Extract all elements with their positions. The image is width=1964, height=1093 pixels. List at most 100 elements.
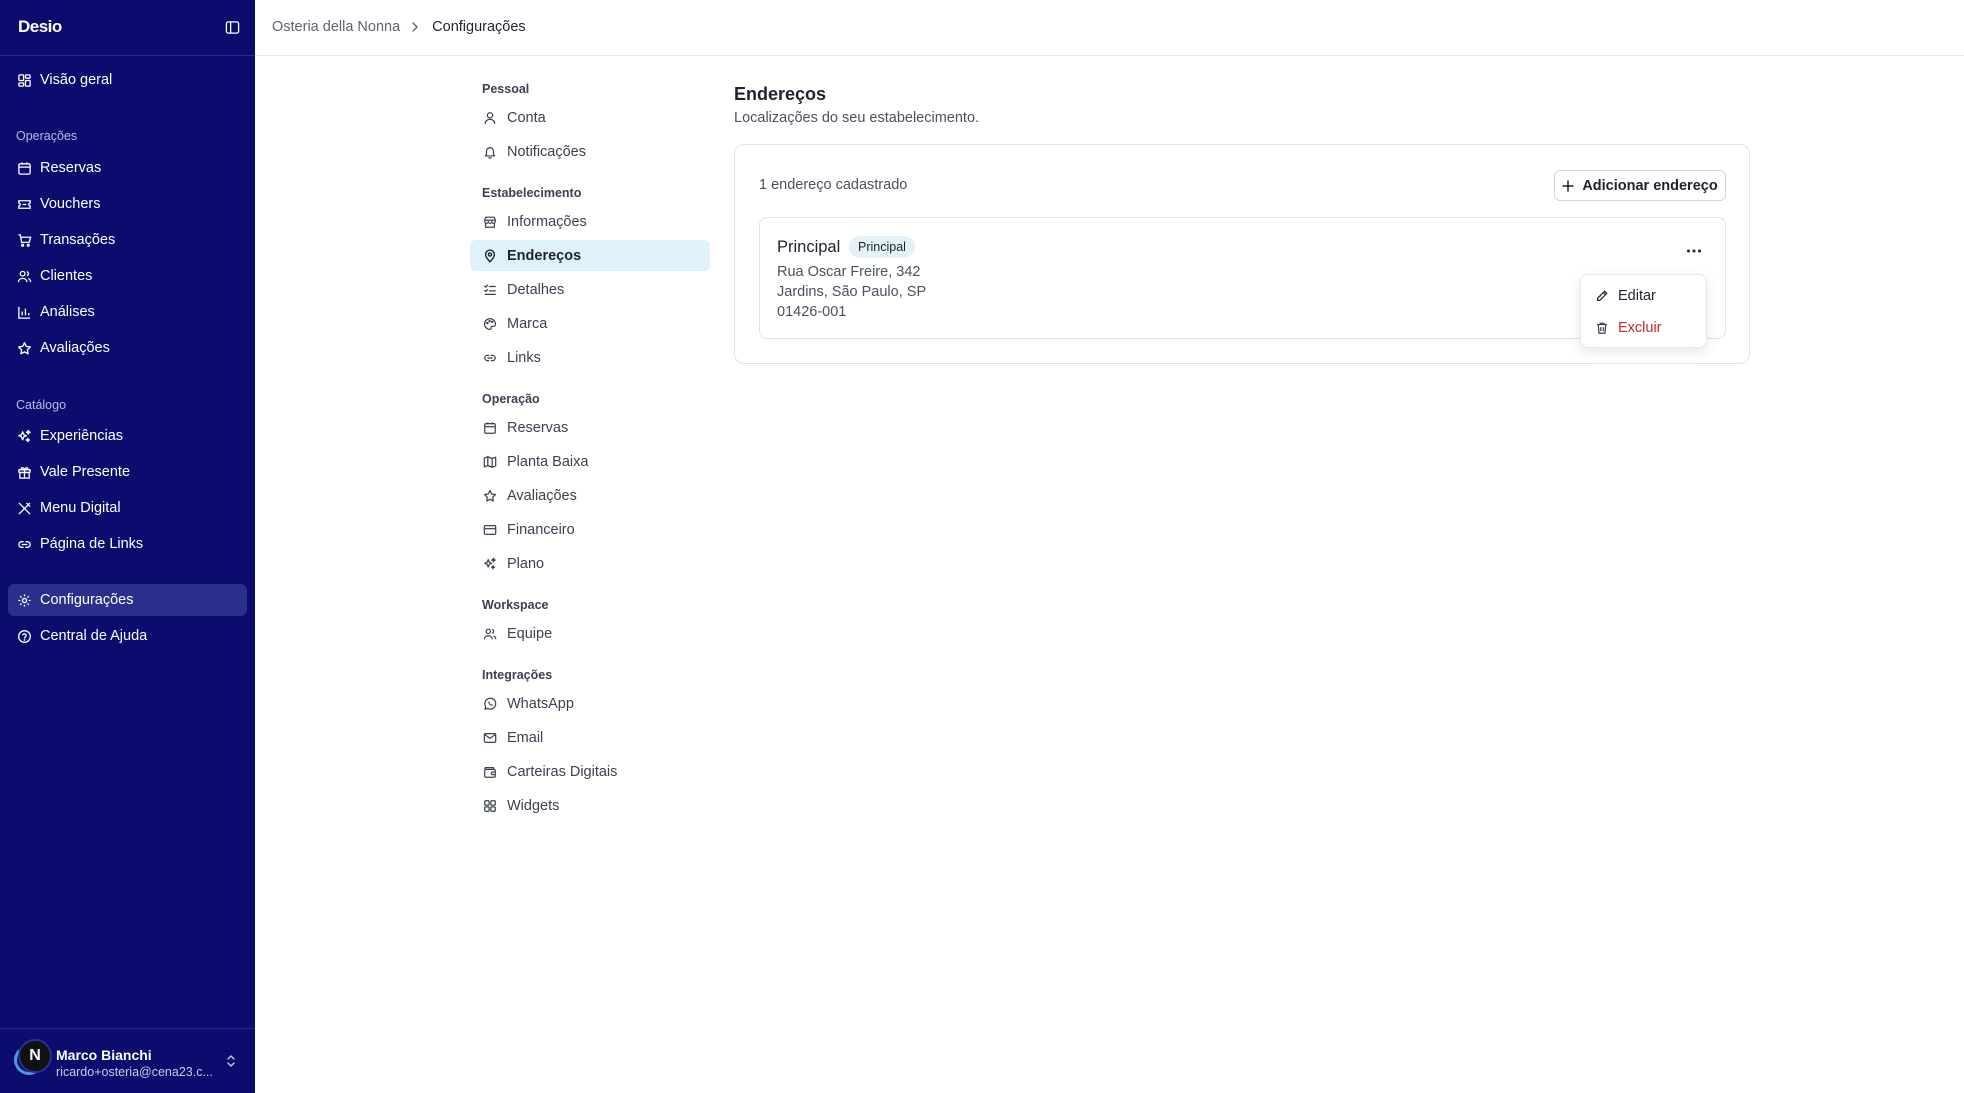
list-checks-icon [482,282,497,297]
cart-icon [16,232,32,248]
sidebar-item-transacoes[interactable]: Transações [8,224,247,256]
settings-item-label: Equipe [507,625,553,642]
edit-label: Editar [1618,288,1656,304]
settings-item-label: Financeiro [507,521,575,538]
sidebar-item-label: Transações [40,232,116,248]
whatsapp-icon [482,696,497,711]
user-menu[interactable]: N Marco Bianchi ricardo+osteria@cena23.c… [0,1028,255,1093]
settings-item-notificacoes[interactable]: Notificações [470,136,710,167]
user-icon [482,110,497,125]
settings-item-email[interactable]: Email [470,722,710,753]
plus-icon [1562,179,1575,192]
brand-row: Desio [0,0,255,56]
sidebar-item-vale-presente[interactable]: Vale Presente [8,456,247,488]
sidebar-item-experiencias[interactable]: Experiências [8,420,247,452]
store-icon [482,214,497,229]
sidebar-item-label: Central de Ajuda [40,628,148,644]
sidebar-item-label: Clientes [40,268,93,284]
settings-item-widgets[interactable]: Widgets [470,790,710,821]
sidebar-item-clientes[interactable]: Clientes [8,260,247,292]
sidebar-item-label: Análises [40,304,95,320]
utensils-icon [16,500,32,516]
users-icon [16,268,32,284]
settings-item-avaliacoes[interactable]: Avaliações [470,480,710,511]
link-icon [482,350,497,365]
settings-item-planta-baixa[interactable]: Planta Baixa [470,446,710,477]
sidebar-section-operations: Operações [16,129,78,143]
settings-item-equipe[interactable]: Equipe [470,618,710,649]
address-name: Principal [777,238,841,256]
settings-item-label: Conta [507,109,546,126]
more-horizontal-icon [1686,249,1702,253]
sidebar-item-label: Avaliações [40,340,110,356]
settings-item-links[interactable]: Links [470,342,710,373]
link-icon [16,536,32,552]
sidebar-item-configuracoes[interactable]: Configurações [8,584,247,616]
pencil-icon [1594,289,1609,304]
delete-menu-item[interactable]: Excluir [1586,313,1703,343]
sidebar-item-menu-digital[interactable]: Menu Digital [8,492,247,524]
address-city: Jardins, São Paulo, SP [777,284,927,300]
settings-item-label: Reservas [507,419,569,436]
sidebar-item-overview[interactable]: Visão geral [8,64,247,96]
settings-item-label: Detalhes [507,281,565,298]
primary-badge: Principal [849,236,915,258]
settings-item-label: Avaliações [507,487,577,504]
settings-item-reservas[interactable]: Reservas [470,412,710,443]
sidebar-item-label: Menu Digital [40,500,121,516]
sidebar-item-vouchers[interactable]: Vouchers [8,188,247,220]
more-options-button[interactable] [1681,240,1707,262]
chevrons-up-down-icon [224,1053,238,1069]
star-icon [16,340,32,356]
settings-section-operacao: Operação [482,392,540,406]
gear-icon [16,592,32,608]
user-name: Marco Bianchi [56,1047,152,1063]
settings-item-label: WhatsApp [507,695,574,712]
map-pin-icon [482,248,497,263]
settings-item-whatsapp[interactable]: WhatsApp [470,688,710,719]
trash-icon [1594,321,1609,336]
settings-item-enderecos[interactable]: Endereços [470,240,710,271]
settings-item-conta[interactable]: Conta [470,102,710,133]
sidebar-item-label: Visão geral [40,72,113,88]
sidebar-item-pagina-de-links[interactable]: Página de Links [8,528,247,560]
sidebar-item-reservas[interactable]: Reservas [8,152,247,184]
settings-section-workspace: Workspace [482,598,549,612]
settings-item-informacoes[interactable]: Informações [470,206,710,237]
breadcrumb-parent[interactable]: Osteria della Nonna [272,19,400,35]
settings-item-label: Links [507,349,541,366]
settings-item-label: Carteiras Digitais [507,763,618,780]
sidebar-item-analises[interactable]: Análises [8,296,247,328]
breadcrumb: Osteria della Nonna Configurações [272,19,526,35]
settings-item-plano[interactable]: Plano [470,548,710,579]
settings-item-label: Endereços [507,247,582,264]
ticket-icon [16,196,32,212]
sparkles-icon [16,428,32,444]
sidebar-item-label: Experiências [40,428,124,444]
settings-item-marca[interactable]: Marca [470,308,710,339]
top-bar: Osteria della Nonna Configurações [255,0,1964,56]
settings-item-detalhes[interactable]: Detalhes [470,274,710,305]
sidebar-item-central-de-ajuda[interactable]: Central de Ajuda [8,620,247,652]
sidebar: Desio Visão geral Operações Reservas Vou… [0,0,255,1093]
add-address-button[interactable]: Adicionar endereço [1554,170,1726,201]
sidebar-item-label: Reservas [40,160,102,176]
settings-item-label: Plano [507,555,545,572]
address-actions-menu: Editar Excluir [1580,274,1707,348]
app-logo[interactable]: Desio [18,17,62,37]
settings-item-carteiras-digitais[interactable]: Carteiras Digitais [470,756,710,787]
settings-section-estabelecimento: Estabelecimento [482,186,582,200]
breadcrumb-current: Configurações [432,19,526,35]
settings-item-label: Widgets [507,797,560,814]
map-icon [482,454,497,469]
address-zip: 01426-001 [777,304,847,320]
edit-menu-item[interactable]: Editar [1586,281,1703,311]
calendar-icon [16,160,32,176]
sidebar-item-avaliacoes[interactable]: Avaliações [8,332,247,364]
bell-icon [482,144,497,159]
settings-item-label: Notificações [507,143,586,160]
settings-section-pessoal: Pessoal [482,82,530,96]
star-icon [482,488,497,503]
sidebar-toggle-icon[interactable] [224,19,240,35]
settings-item-financeiro[interactable]: Financeiro [470,514,710,545]
